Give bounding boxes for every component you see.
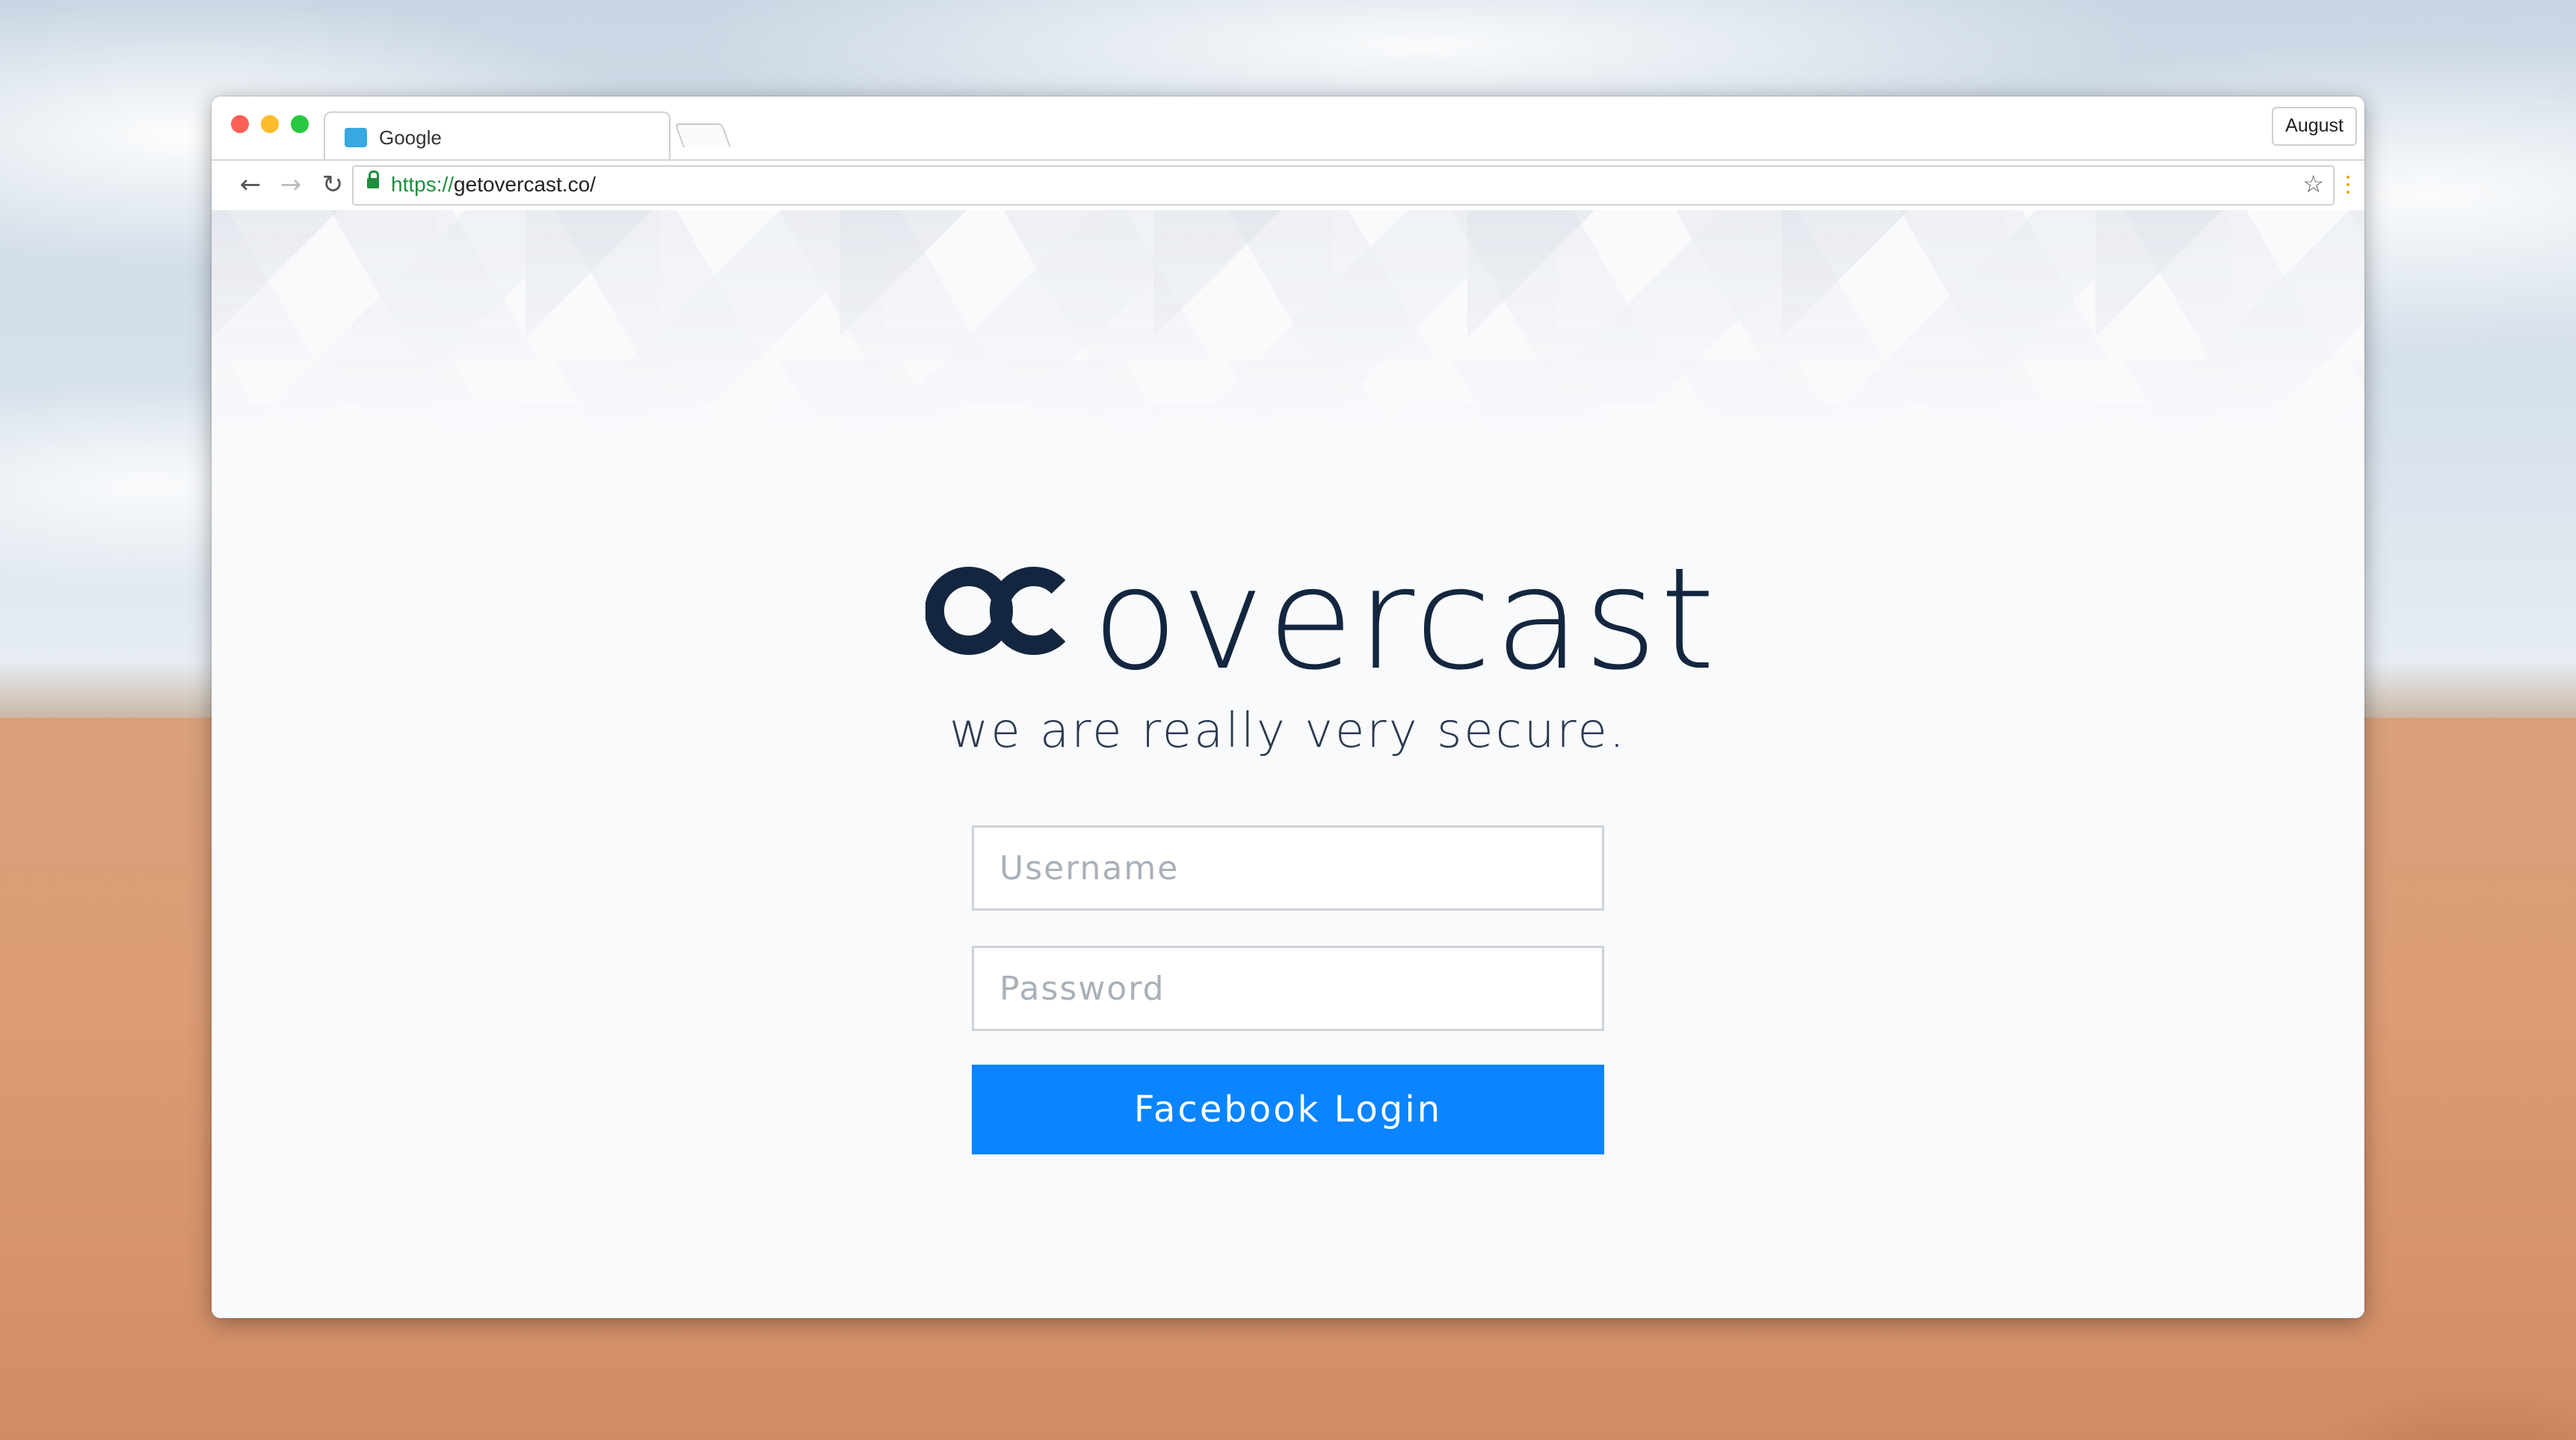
back-arrow-icon[interactable]: ← <box>234 168 267 201</box>
minimize-window-button[interactable] <box>261 115 279 133</box>
url-scheme: https:// <box>391 173 455 196</box>
close-window-button[interactable] <box>231 115 249 133</box>
kebab-menu-icon[interactable] <box>2347 176 2349 179</box>
brand-name: overcast <box>1092 538 1719 701</box>
password-input[interactable] <box>972 946 1604 1031</box>
url-host: getovercast.co/ <box>454 173 596 196</box>
lock-icon <box>367 170 379 188</box>
facebook-login-button[interactable]: Facebook Login <box>972 1065 1604 1154</box>
tagline: we are really very secure. <box>949 704 1627 759</box>
bookmark-star-icon[interactable]: ☆ <box>2302 170 2324 198</box>
page-viewport: overcast we are really very secure. Face… <box>212 210 2364 1318</box>
url-text[interactable]: https://getovercast.co/ <box>391 173 596 197</box>
zoom-window-button[interactable] <box>291 115 309 133</box>
reload-icon[interactable]: ↻ <box>316 168 349 201</box>
tab-title: Google <box>379 126 442 149</box>
overcast-logo-mark-icon <box>925 567 1066 655</box>
profile-button[interactable]: August <box>2272 107 2357 146</box>
browser-toolbar: ← → ↻ https://getovercast.co/ ☆ <box>212 159 2364 212</box>
new-tab-button[interactable] <box>674 123 731 147</box>
username-input[interactable] <box>972 825 1604 911</box>
browser-titlebar: Google August <box>212 96 2364 161</box>
forward-arrow-icon[interactable]: → <box>274 168 307 201</box>
browser-tab[interactable]: Google <box>324 111 671 161</box>
address-bar[interactable]: https://getovercast.co/ ☆ <box>352 165 2335 206</box>
geometric-header-pattern <box>212 210 2364 434</box>
browser-window: Google August ← → ↻ https://getovercast.… <box>212 96 2364 1318</box>
overcast-logo: overcast <box>212 538 2364 701</box>
favicon-icon <box>345 128 367 147</box>
